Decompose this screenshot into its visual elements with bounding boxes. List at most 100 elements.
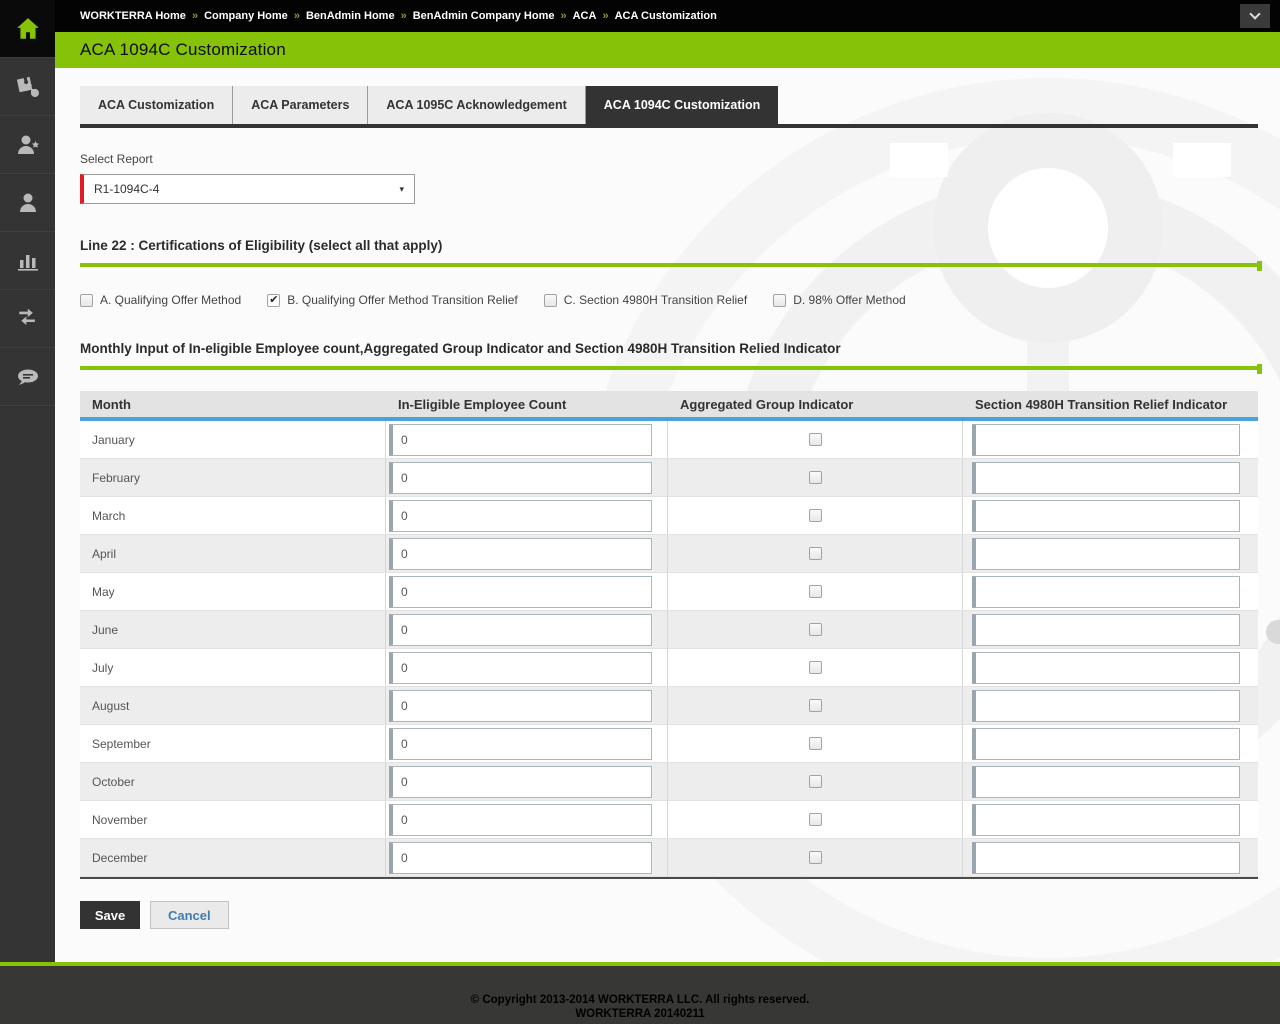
breadcrumb-item[interactable]: BenAdmin Company Home <box>413 10 555 22</box>
aggregated-group-checkbox[interactable] <box>809 547 822 560</box>
sidebar-item-reports[interactable] <box>0 232 55 290</box>
section-divider <box>80 263 1258 267</box>
main-content: ACA CustomizationACA ParametersACA 1095C… <box>55 68 1280 962</box>
topbar-collapse-button[interactable] <box>1240 4 1270 28</box>
col-header-relief: Section 4980H Transition Relief Indicato… <box>963 397 1258 412</box>
table-row: July <box>80 649 1258 687</box>
line22-option[interactable]: B. Qualifying Offer Method Transition Re… <box>267 293 518 307</box>
month-label: December <box>92 851 147 865</box>
line22-heading: Line 22 : Certifications of Eligibility … <box>80 238 1258 253</box>
monthly-heading: Monthly Input of In-eligible Employee co… <box>80 341 1258 356</box>
aggregated-group-checkbox[interactable] <box>809 661 822 674</box>
breadcrumb-separator: » <box>192 10 198 22</box>
line22-option[interactable]: A. Qualifying Offer Method <box>80 293 241 307</box>
tab-aca-customization[interactable]: ACA Customization <box>80 86 233 124</box>
aggregated-group-checkbox[interactable] <box>809 775 822 788</box>
transition-relief-input[interactable] <box>972 614 1240 646</box>
ineligible-count-input[interactable] <box>389 842 652 874</box>
dropdown-caret-icon: ▾ <box>399 184 404 195</box>
monthly-table: Month In-Eligible Employee Count Aggrega… <box>80 391 1258 879</box>
save-button[interactable]: Save <box>80 901 140 929</box>
ineligible-count-input[interactable] <box>389 424 652 456</box>
aggregated-group-checkbox[interactable] <box>809 813 822 826</box>
checkbox-label: B. Qualifying Offer Method Transition Re… <box>287 293 518 307</box>
aggregated-group-checkbox[interactable] <box>809 623 822 636</box>
tab-aca-1095c-acknowledgement[interactable]: ACA 1095C Acknowledgement <box>368 86 585 124</box>
transition-relief-input[interactable] <box>972 424 1240 456</box>
chevron-down-icon <box>1249 8 1260 19</box>
ineligible-count-input[interactable] <box>389 652 652 684</box>
ineligible-count-input[interactable] <box>389 462 652 494</box>
checkbox[interactable] <box>544 294 557 307</box>
cancel-button[interactable]: Cancel <box>150 901 229 929</box>
ineligible-count-input[interactable] <box>389 538 652 570</box>
line22-options: A. Qualifying Offer Method B. Qualifying… <box>80 293 1258 307</box>
tab-bar: ACA CustomizationACA ParametersACA 1095C… <box>80 86 1258 128</box>
ineligible-count-input[interactable] <box>389 728 652 760</box>
transition-relief-input[interactable] <box>972 842 1240 874</box>
checkbox[interactable] <box>773 294 786 307</box>
bar-chart-icon <box>15 248 41 274</box>
breadcrumb-item[interactable]: WORKTERRA Home <box>80 10 186 22</box>
sidebar-item-modules[interactable] <box>0 58 55 116</box>
section-divider <box>80 366 1258 370</box>
select-report-label: Select Report <box>80 152 1258 166</box>
aggregated-group-checkbox[interactable] <box>809 699 822 712</box>
month-label: October <box>92 775 135 789</box>
sidebar-item-user-admin[interactable] <box>0 116 55 174</box>
sidebar-item-user[interactable] <box>0 174 55 232</box>
breadcrumb-item[interactable]: Company Home <box>204 10 288 22</box>
table-row: November <box>80 801 1258 839</box>
transition-relief-input[interactable] <box>972 728 1240 760</box>
transition-relief-input[interactable] <box>972 804 1240 836</box>
footer: © Copyright 2013-2014 WORKTERRA LLC. All… <box>0 962 1280 1024</box>
ineligible-count-input[interactable] <box>389 614 652 646</box>
sidebar <box>0 0 55 962</box>
breadcrumb-item[interactable]: ACA Customization <box>615 10 717 22</box>
aggregated-group-checkbox[interactable] <box>809 737 822 750</box>
month-label: September <box>92 737 151 751</box>
month-label: November <box>92 813 147 827</box>
transition-relief-input[interactable] <box>972 462 1240 494</box>
transition-relief-input[interactable] <box>972 690 1240 722</box>
line22-option[interactable]: D. 98% Offer Method <box>773 293 906 307</box>
sidebar-item-transfer[interactable] <box>0 290 55 348</box>
col-header-aggregated: Aggregated Group Indicator <box>668 397 963 412</box>
line22-option[interactable]: C. Section 4980H Transition Relief <box>544 293 747 307</box>
month-label: July <box>92 661 113 675</box>
sidebar-item-messages[interactable] <box>0 348 55 406</box>
month-label: April <box>92 547 116 561</box>
table-row: April <box>80 535 1258 573</box>
aggregated-group-checkbox[interactable] <box>809 585 822 598</box>
checkbox-label: C. Section 4980H Transition Relief <box>564 293 747 307</box>
aggregated-group-checkbox[interactable] <box>809 851 822 864</box>
breadcrumb-item[interactable]: BenAdmin Home <box>306 10 395 22</box>
report-select[interactable]: R1-1094C-4 ▾ <box>80 174 415 204</box>
transition-relief-input[interactable] <box>972 576 1240 608</box>
aggregated-group-checkbox[interactable] <box>809 509 822 522</box>
transition-relief-input[interactable] <box>972 538 1240 570</box>
ineligible-count-input[interactable] <box>389 766 652 798</box>
month-label: August <box>92 699 129 713</box>
transition-relief-input[interactable] <box>972 500 1240 532</box>
sidebar-item-home[interactable] <box>0 0 55 58</box>
breadcrumb: WORKTERRA Home»Company Home»BenAdmin Hom… <box>80 10 717 22</box>
aggregated-group-checkbox[interactable] <box>809 471 822 484</box>
ineligible-count-input[interactable] <box>389 804 652 836</box>
breadcrumb-item[interactable]: ACA <box>573 10 597 22</box>
ineligible-count-input[interactable] <box>389 576 652 608</box>
tab-aca-1094c-customization[interactable]: ACA 1094C Customization <box>586 86 779 124</box>
month-label: June <box>92 623 118 637</box>
checkbox[interactable] <box>267 294 280 307</box>
month-label: March <box>92 509 125 523</box>
table-row: February <box>80 459 1258 497</box>
ineligible-count-input[interactable] <box>389 500 652 532</box>
checkbox-label: D. 98% Offer Method <box>793 293 906 307</box>
checkbox[interactable] <box>80 294 93 307</box>
aggregated-group-checkbox[interactable] <box>809 433 822 446</box>
transition-relief-input[interactable] <box>972 652 1240 684</box>
tab-aca-parameters[interactable]: ACA Parameters <box>233 86 368 124</box>
table-row: August <box>80 687 1258 725</box>
transition-relief-input[interactable] <box>972 766 1240 798</box>
ineligible-count-input[interactable] <box>389 690 652 722</box>
